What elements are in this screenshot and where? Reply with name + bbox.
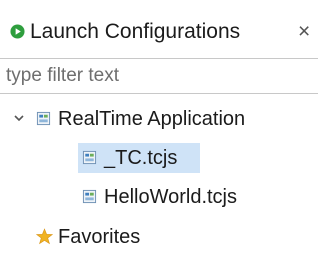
tree-item-tc-tcjs[interactable]: _TC.tcjs xyxy=(0,143,318,173)
launch-configurations-view: Launch Configurations × RealTime Applica… xyxy=(0,0,318,278)
star-icon xyxy=(36,228,53,245)
tree-item-label: _TC.tcjs xyxy=(104,147,178,169)
tree-item-label: RealTime Application xyxy=(58,108,246,130)
filter-input[interactable] xyxy=(0,59,318,93)
filter-field-container xyxy=(0,58,318,94)
tree-item-label: Favorites xyxy=(58,226,141,248)
launch-run-icon xyxy=(10,24,25,39)
close-icon[interactable]: × xyxy=(298,19,310,45)
chevron-down-icon[interactable] xyxy=(12,111,26,125)
tree-item-helloworld-tcjs[interactable]: HelloWorld.tcjs xyxy=(0,182,318,212)
tree-item-label: HelloWorld.tcjs xyxy=(104,186,237,208)
tree-item-realtime-application[interactable]: RealTime Application xyxy=(0,104,318,134)
config-file-icon xyxy=(82,150,97,165)
tree-item-favorites[interactable]: Favorites xyxy=(0,222,318,252)
config-file-icon xyxy=(82,189,97,204)
view-title: Launch Configurations xyxy=(30,20,241,43)
view-tab[interactable]: Launch Configurations × xyxy=(0,0,318,56)
config-type-icon xyxy=(36,111,51,126)
